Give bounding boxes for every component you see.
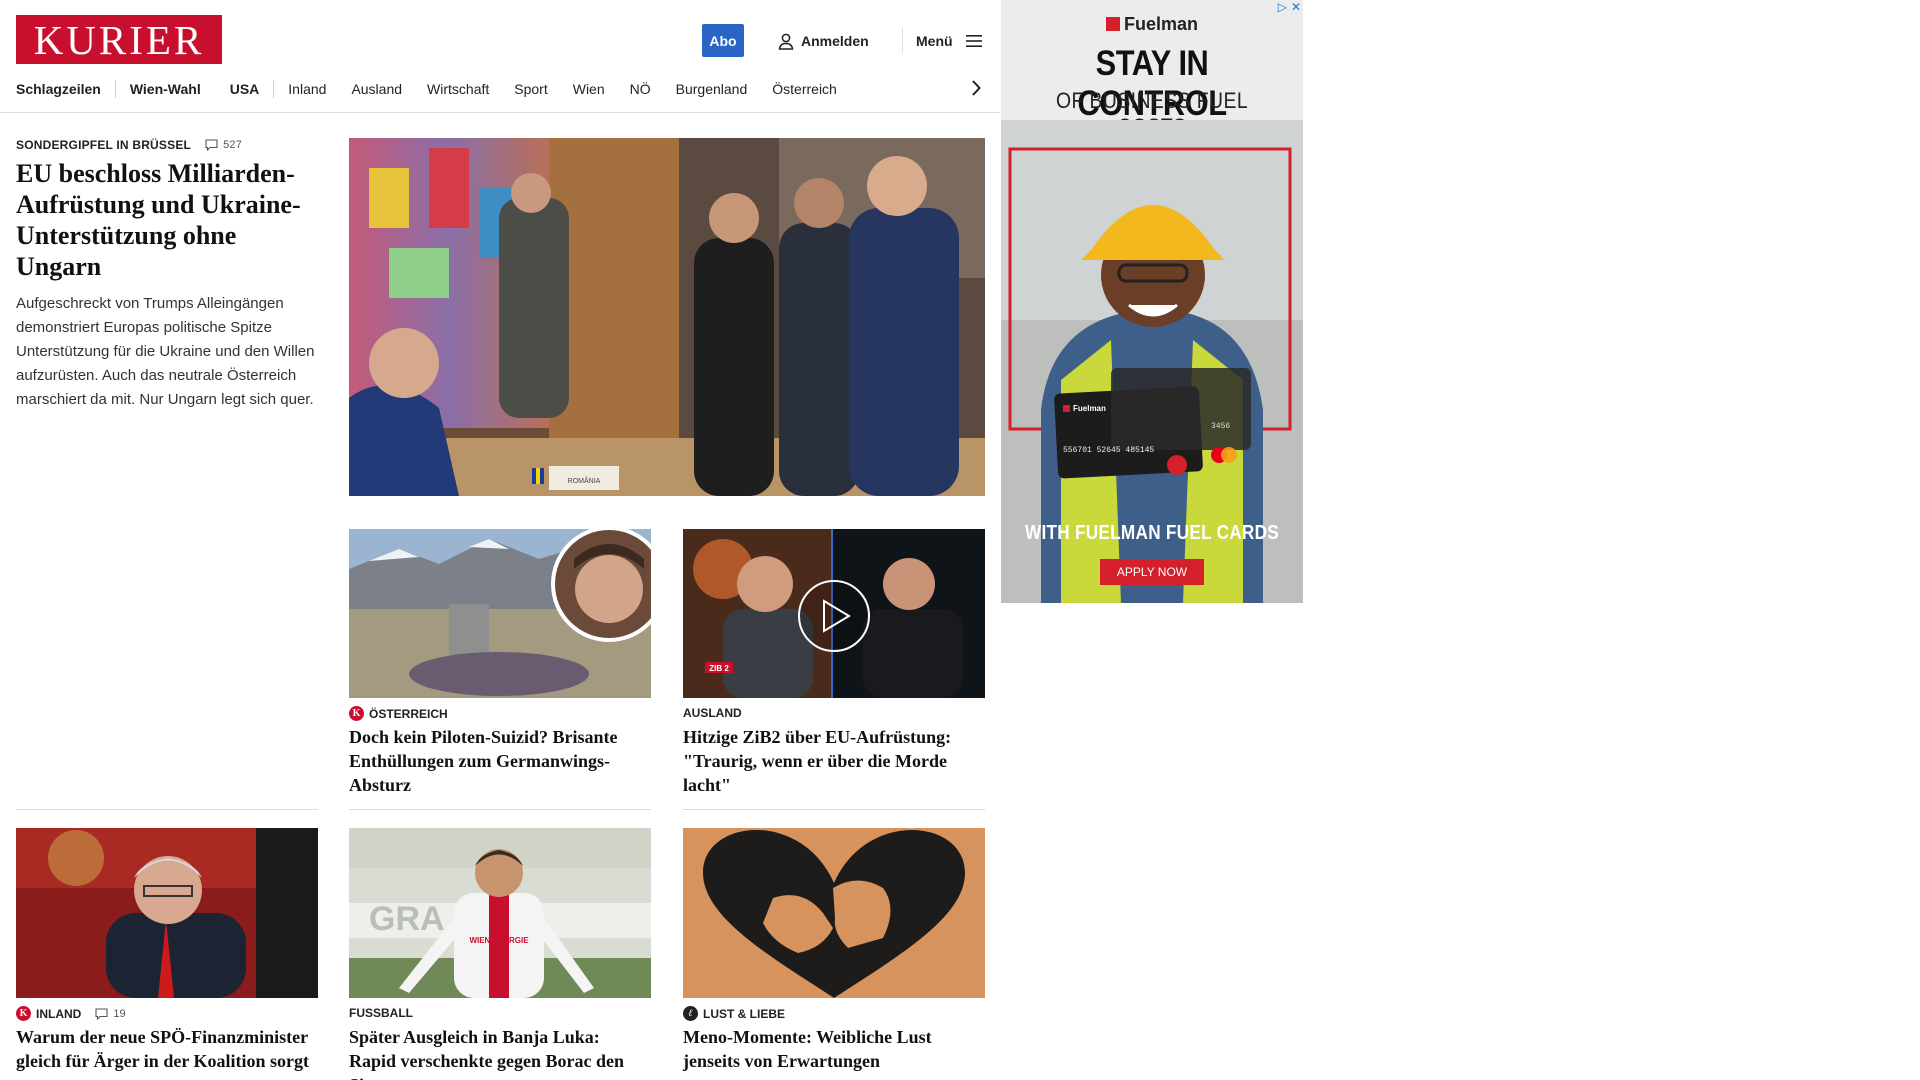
- card-image-finanzminister[interactable]: [16, 828, 318, 998]
- nav-item-wien-wahl[interactable]: Wien-Wahl: [130, 81, 201, 97]
- nav-divider: [114, 80, 116, 98]
- card-number-small: 3456: [1211, 422, 1230, 431]
- lead-kicker[interactable]: SONDERGIPFEL IN BRÜSSEL 527: [16, 138, 242, 152]
- lead-photo: ROMÂNIA: [349, 138, 985, 496]
- nav-item-sport[interactable]: Sport: [514, 81, 547, 97]
- card-kicker-label: INLAND: [36, 1006, 82, 1021]
- nav-item-wirtschaft[interactable]: Wirtschaft: [427, 81, 489, 97]
- nav-item-inland[interactable]: Inland: [288, 81, 326, 97]
- lead-image[interactable]: ROMÂNIA: [349, 138, 985, 496]
- card-photo: ZIB 2: [683, 529, 985, 698]
- nav-spacer: [759, 80, 760, 98]
- login-label: Anmelden: [801, 33, 869, 49]
- card-image-rapid[interactable]: GRA NO L WIEN ENERGIE: [349, 828, 651, 998]
- nav-spacer: [338, 80, 339, 98]
- lead-comments[interactable]: 527: [205, 139, 242, 151]
- section-nav: Schlagzeilen Wien-Wahl USA Inland Auslan…: [16, 78, 837, 100]
- nameplate-text: ROMÂNIA: [568, 476, 601, 485]
- divider: [683, 809, 985, 810]
- nav-spacer: [414, 80, 415, 98]
- login-button[interactable]: Anmelden: [778, 30, 869, 52]
- kurier-plus-badge: K: [349, 706, 364, 721]
- card-kicker-label: LUST & LIEBE: [703, 1006, 786, 1021]
- user-icon: [778, 33, 794, 50]
- lead-teaser[interactable]: Aufgeschreckt von Trumps Alleingängen de…: [16, 292, 316, 412]
- menu-button[interactable]: Menü: [916, 30, 983, 52]
- nav-item-oesterreich[interactable]: Österreich: [772, 81, 837, 97]
- card-image-lust-liebe[interactable]: [683, 828, 985, 998]
- jersey-sponsor-text: WIEN ENERGIE: [469, 936, 529, 945]
- nav-divider: [273, 80, 275, 98]
- nav-spacer: [215, 80, 216, 98]
- nav-item-burgenland[interactable]: Burgenland: [676, 81, 748, 97]
- card-illustration: [683, 828, 985, 998]
- abo-button[interactable]: Abo: [702, 24, 744, 57]
- nav-scroll-right-button[interactable]: [966, 77, 986, 99]
- chevron-right-icon: [972, 80, 981, 96]
- nav-item-ausland[interactable]: Ausland: [351, 81, 402, 97]
- ad-controls[interactable]: ▷ ✕: [1278, 0, 1301, 14]
- card-image-zib2[interactable]: ZIB 2: [683, 529, 985, 698]
- card-number-text: 556701 52645 485145: [1063, 446, 1154, 455]
- divider: [349, 809, 651, 810]
- nav-spacer: [501, 80, 502, 98]
- apply-now-button[interactable]: APPLY NOW: [1100, 559, 1204, 585]
- card-photo: [16, 828, 318, 998]
- ad-brand: Fuelman: [1001, 14, 1303, 35]
- card-kicker[interactable]: K ÖSTERREICH: [349, 706, 448, 721]
- nav-spacer: [663, 80, 664, 98]
- kurier-logo[interactable]: KURIER: [16, 15, 222, 64]
- card-photo: [349, 529, 651, 698]
- menu-label: Menü: [916, 33, 953, 49]
- lust-liebe-badge: ℓ: [683, 1006, 698, 1021]
- hamburger-icon: [965, 35, 982, 47]
- card-headline[interactable]: Meno-Momente: Weibliche Lust jenseits vo…: [683, 1025, 985, 1073]
- comment-icon: [205, 139, 218, 151]
- card-comments[interactable]: 19: [95, 1007, 126, 1020]
- card-headline[interactable]: Später Ausgleich in Banja Luka: Rapid ve…: [349, 1025, 651, 1080]
- divider: [16, 809, 318, 810]
- card-headline[interactable]: Doch kein Piloten-Suizid? Brisante Enthü…: [349, 725, 651, 797]
- card-kicker[interactable]: FUSSBALL: [349, 1006, 413, 1020]
- lead-headline[interactable]: EU beschloss Milliarden-Aufrüstung und U…: [16, 158, 316, 282]
- nav-item-noe[interactable]: NÖ: [630, 81, 651, 97]
- card-kicker[interactable]: ℓ LUST & LIEBE: [683, 1006, 785, 1021]
- lead-kicker-label: SONDERGIPFEL IN BRÜSSEL: [16, 138, 192, 152]
- card-brand-text: Fuelman: [1073, 404, 1106, 413]
- brand-square-icon: [1105, 17, 1120, 31]
- nav-item-schlagzeilen[interactable]: Schlagzeilen: [16, 81, 101, 97]
- card-comment-count: 19: [113, 1007, 126, 1020]
- comment-icon: [95, 1007, 108, 1020]
- close-icon[interactable]: ✕: [1291, 0, 1301, 14]
- nav-spacer: [617, 80, 618, 98]
- lead-comment-count: 527: [223, 139, 243, 151]
- nav-item-usa[interactable]: USA: [230, 81, 260, 97]
- zib2-tag: ZIB 2: [709, 664, 729, 673]
- nav-item-wien[interactable]: Wien: [573, 81, 605, 97]
- nav-spacer: [560, 80, 561, 98]
- fuelman-ad[interactable]: ▷ ✕ Fuelman STAY IN CONTROL OF BUSINESS …: [1001, 0, 1303, 603]
- card-kicker[interactable]: AUSLAND: [683, 706, 742, 720]
- ad-cta-text: WITH FUELMAN FUEL CARDS: [1024, 522, 1280, 544]
- card-kicker-label: ÖSTERREICH: [369, 706, 448, 721]
- site-header: KURIER Abo Anmelden Menü Schlagzeilen Wi…: [0, 0, 1000, 113]
- ad-brand-label: Fuelman: [1123, 14, 1198, 34]
- card-headline[interactable]: Warum der neue SPÖ-Finanzminister gleich…: [16, 1025, 318, 1073]
- kurier-plus-badge: K: [16, 1006, 31, 1021]
- card-image-germanwings[interactable]: [349, 529, 651, 698]
- card-photo: GRA NO L WIEN ENERGIE: [349, 828, 651, 998]
- play-icon[interactable]: [798, 580, 870, 652]
- header-divider: [902, 28, 903, 53]
- card-headline[interactable]: Hitzige ZiB2 über EU-Aufrüstung: "Trauri…: [683, 725, 985, 797]
- adchoices-icon[interactable]: ▷: [1278, 0, 1287, 14]
- card-kicker[interactable]: K INLAND 19: [16, 1006, 126, 1021]
